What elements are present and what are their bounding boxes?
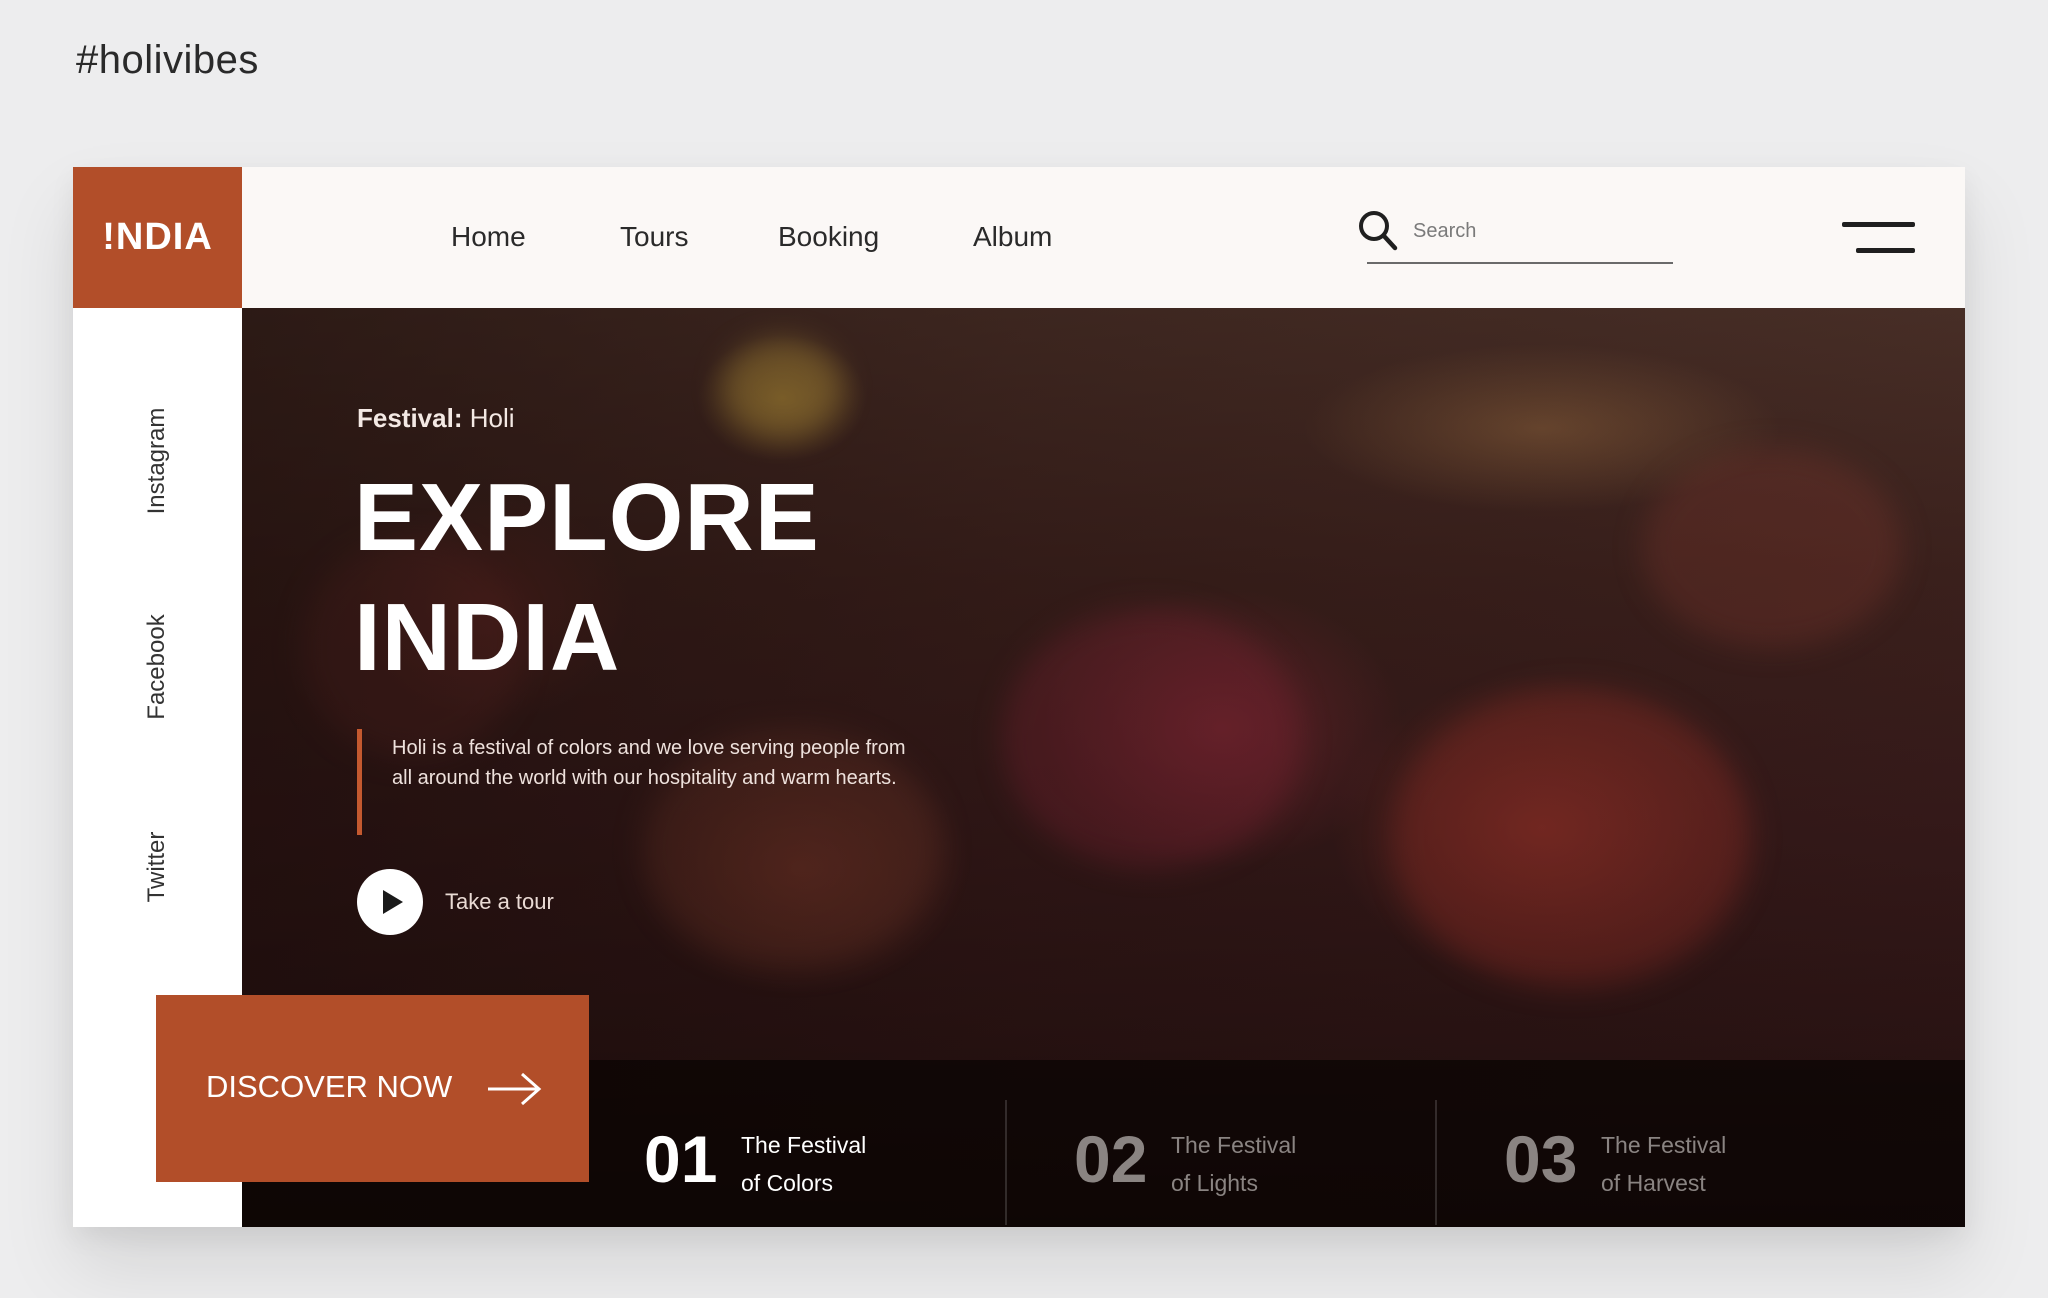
arrow-right-icon xyxy=(488,1072,542,1106)
play-tour-button[interactable] xyxy=(357,869,423,935)
social-link-twitter[interactable]: Twitter xyxy=(143,832,171,903)
page-tagline: #holivibes xyxy=(76,38,259,82)
nav-home[interactable]: Home xyxy=(451,221,526,253)
site-logo[interactable]: !NDIA xyxy=(73,167,242,308)
top-navigation-bar: Home Tours Booking Album xyxy=(242,167,1965,308)
search-underline xyxy=(1367,262,1673,264)
take-a-tour-link[interactable]: Take a tour xyxy=(445,889,554,915)
festival-title: The Festival of Harvest xyxy=(1601,1132,1727,1196)
discover-label: DISCOVER NOW xyxy=(206,1069,453,1104)
hero-title-line1: EXPLORE xyxy=(354,464,820,571)
festival-number: 03 xyxy=(1504,1122,1578,1196)
festival-title: The Festival of Colors xyxy=(741,1132,867,1196)
nav-booking[interactable]: Booking xyxy=(778,221,879,253)
festival-divider xyxy=(1435,1100,1437,1225)
hero-title: EXPLORE INDIA xyxy=(354,458,820,698)
search-input[interactable] xyxy=(1413,211,1638,251)
search-icon[interactable] xyxy=(1357,209,1399,253)
hero-description: Holi is a festival of colors and we love… xyxy=(392,737,906,789)
festival-divider xyxy=(1005,1100,1007,1225)
festival-line: Festival: Holi xyxy=(357,403,515,434)
discover-now-button[interactable]: DISCOVER NOW xyxy=(156,995,589,1182)
logo-text: !NDIA xyxy=(102,216,213,258)
festival-label: Festival: xyxy=(357,403,463,433)
festival-number: 02 xyxy=(1074,1122,1148,1196)
website-mockup: !NDIA Home Tours Booking Album Instagram… xyxy=(73,167,1965,1227)
play-icon xyxy=(383,890,403,914)
nav-tours[interactable]: Tours xyxy=(620,221,688,253)
nav-album[interactable]: Album xyxy=(973,221,1052,253)
social-link-instagram[interactable]: Instagram xyxy=(143,408,171,515)
hero-title-line2: INDIA xyxy=(354,584,621,691)
social-link-facebook[interactable]: Facebook xyxy=(143,614,171,719)
festival-value: Holi xyxy=(469,403,515,433)
festival-number: 01 xyxy=(644,1122,718,1196)
description-accent-bar xyxy=(357,729,362,835)
hamburger-menu-icon[interactable] xyxy=(1842,219,1915,259)
festival-title: The Festival of Lights xyxy=(1171,1132,1297,1196)
